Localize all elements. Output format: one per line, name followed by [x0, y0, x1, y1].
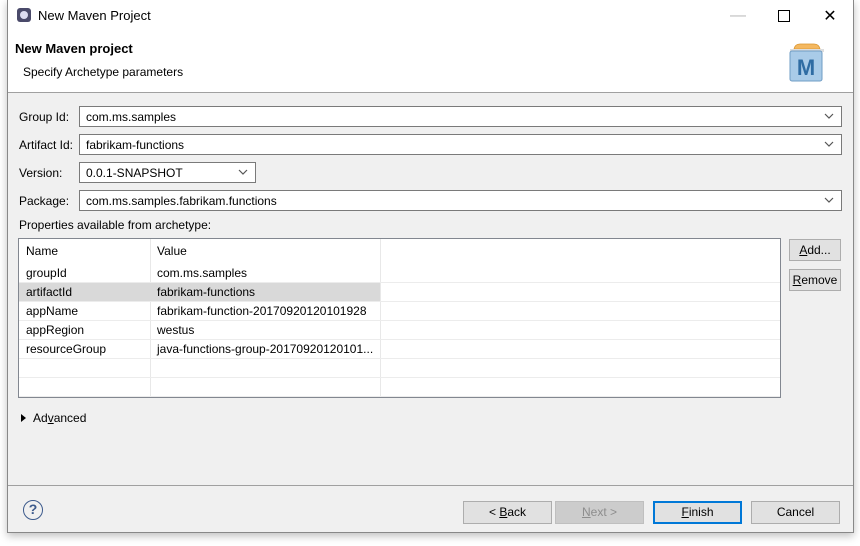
chevron-down-icon [824, 141, 834, 147]
table-row-empty [19, 359, 780, 378]
label-part: anced [53, 411, 87, 425]
property-name: appName [26, 304, 79, 318]
add-property-button[interactable]: Add... [789, 239, 841, 261]
property-value[interactable]: fabrikam-function-20170920120101928 [150, 302, 380, 320]
mnemonic: F [681, 505, 689, 519]
package-combo[interactable]: com.ms.samples.fabrikam.functions [79, 190, 842, 211]
chevron-down-icon [824, 197, 834, 203]
artifact-id-combo[interactable]: fabrikam-functions [79, 134, 842, 155]
group-id-label: Group Id: [19, 110, 70, 124]
label-part: < [488, 505, 500, 519]
package-value: com.ms.samples.fabrikam.functions [86, 194, 277, 208]
wizard-title: New Maven project [15, 41, 133, 56]
property-name: groupId [26, 266, 67, 280]
label-part: ack [507, 505, 527, 519]
artifact-id-value: fabrikam-functions [86, 138, 185, 152]
column-header-name[interactable]: Name [19, 239, 150, 265]
table-row-empty [19, 378, 780, 397]
new-maven-project-dialog: New Maven Project — ✕ New Maven project … [7, 0, 854, 533]
table-row[interactable]: appName fabrikam-function-20170920120101… [19, 302, 780, 321]
artifact-id-label: Artifact Id: [19, 138, 74, 152]
properties-table[interactable]: Name Value groupId com.ms.samples artifa… [18, 238, 781, 398]
property-name: appRegion [26, 323, 85, 337]
label-part: Ad [33, 411, 48, 425]
help-icon[interactable]: ? [23, 500, 43, 520]
minimize-icon: — [730, 6, 746, 24]
mnemonic: R [792, 273, 802, 287]
property-value[interactable]: java-functions-group-20170920120101... [150, 340, 380, 358]
maximize-button[interactable] [761, 0, 807, 31]
finish-button[interactable]: Finish [653, 501, 742, 524]
expand-triangle-icon [21, 414, 26, 422]
eclipse-app-icon [17, 8, 31, 22]
wizard-subtitle: Specify Archetype parameters [23, 65, 184, 79]
maximize-icon [778, 9, 790, 22]
back-button[interactable]: < Back [463, 501, 552, 524]
property-name: resourceGroup [26, 342, 107, 356]
chevron-down-icon [824, 113, 834, 119]
version-combo[interactable]: 0.0.1-SNAPSHOT [79, 162, 256, 183]
remove-property-button[interactable]: Remove [789, 269, 841, 291]
cancel-button[interactable]: Cancel [751, 501, 840, 524]
svg-text:M: M [797, 55, 815, 80]
close-icon: ✕ [823, 7, 837, 25]
label-part: ext > [590, 505, 618, 519]
advanced-toggle[interactable]: Advanced [21, 411, 86, 425]
mnemonic: N [581, 505, 591, 519]
footer-separator [8, 485, 853, 486]
button-label: emove [801, 273, 838, 287]
title-bar: New Maven Project — ✕ [8, 0, 853, 31]
property-name: artifactId [19, 283, 150, 301]
version-label: Version: [19, 166, 63, 180]
label-part: inish [688, 505, 714, 519]
properties-label: Properties available from archetype: [19, 218, 212, 232]
column-header-value[interactable]: Value [150, 239, 380, 265]
property-value[interactable]: com.ms.samples [150, 264, 380, 282]
group-id-combo[interactable]: com.ms.samples [79, 106, 842, 127]
close-button[interactable]: ✕ [807, 0, 853, 31]
maven-logo-icon: M [789, 43, 824, 82]
button-label: dd... [807, 243, 831, 257]
property-value[interactable]: westus [150, 321, 380, 339]
window-title: New Maven Project [38, 8, 151, 23]
table-row[interactable]: appRegion westus [19, 321, 780, 340]
group-id-value: com.ms.samples [86, 110, 177, 124]
chevron-down-icon [238, 169, 248, 175]
package-label: Package: [19, 194, 70, 208]
wizard-header: New Maven project Specify Archetype para… [8, 31, 853, 93]
minimize-button[interactable]: — [715, 0, 761, 31]
next-button[interactable]: Next > [555, 501, 644, 524]
table-row[interactable]: groupId com.ms.samples [19, 264, 780, 283]
property-value[interactable]: fabrikam-functions [150, 283, 380, 301]
table-row-selected[interactable]: artifactId fabrikam-functions [19, 283, 780, 302]
version-value: 0.0.1-SNAPSHOT [86, 166, 183, 180]
table-row[interactable]: resourceGroup java-functions-group-20170… [19, 340, 780, 359]
